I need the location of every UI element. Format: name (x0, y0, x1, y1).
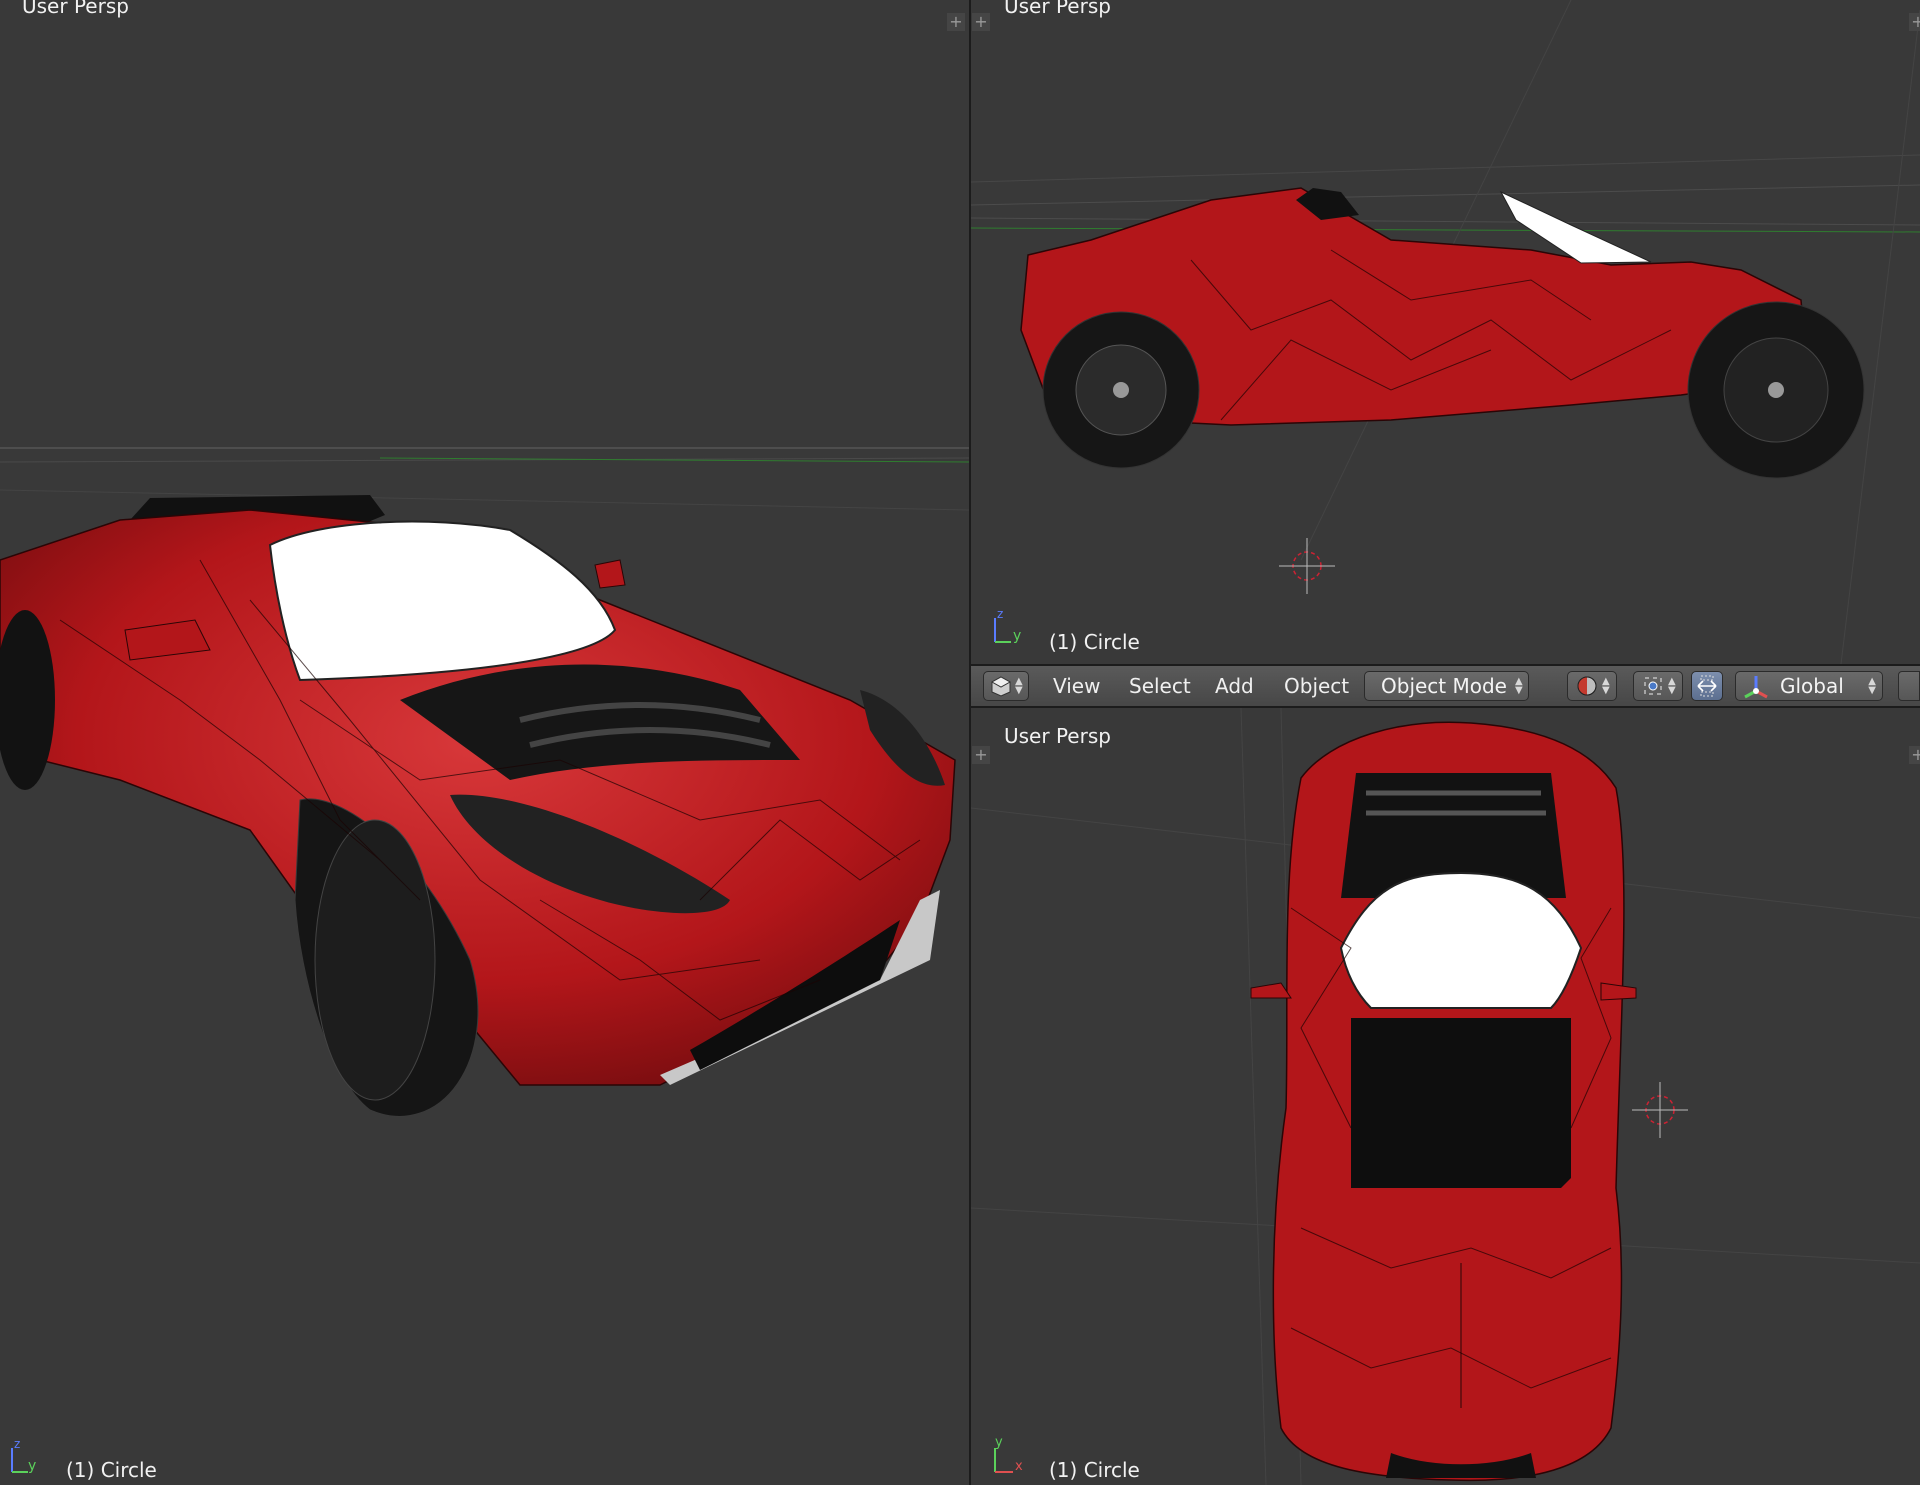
viewport-header: ▲ ▼ View Select Add Object Object Mode ▲ ▼… (971, 666, 1920, 706)
axis-gizmo-icon: z y (994, 607, 1021, 644)
active-object-label: (1) Circle (1049, 1458, 1140, 1482)
viewport-shading-selector[interactable]: ▲ ▼ (1567, 671, 1617, 701)
car-top-render (971, 708, 1920, 1485)
pivot-point-icon (1644, 677, 1662, 695)
area-split-icon[interactable]: + (1909, 746, 1920, 764)
menu-add[interactable]: Add (1215, 674, 1254, 698)
transform-orientation-selector[interactable]: Global ▲ ▼ (1735, 671, 1883, 701)
axis-y-label: y (995, 1435, 1003, 1450)
axis-z-label: z (14, 1437, 20, 1451)
car-side-render (971, 0, 1920, 664)
mode-label: Object Mode (1381, 674, 1507, 698)
viewport-label: User Persp (1004, 0, 1111, 18)
mode-selector[interactable]: Object Mode ▲ ▼ (1364, 671, 1529, 701)
axis-gizmo-icon: z y (11, 1437, 36, 1474)
menu-select[interactable]: Select (1129, 674, 1191, 698)
area-split-icon[interactable]: + (972, 746, 990, 764)
cube-icon (990, 676, 1012, 697)
layers-button[interactable] (1898, 671, 1920, 701)
orientation-label: Global (1780, 674, 1844, 698)
viewport-left[interactable]: User Persp + z y (1) Circle (0, 0, 969, 1485)
transform-axes-icon (1744, 676, 1768, 699)
editor-type-selector[interactable]: ▲ ▼ (983, 671, 1029, 701)
axis-x-label: x (1015, 1459, 1023, 1474)
active-object-label: (1) Circle (1049, 630, 1140, 654)
manipulator-icon (1697, 675, 1717, 697)
3d-cursor-icon (1279, 538, 1335, 594)
axis-z-label: z (997, 607, 1003, 621)
car-perspective-render (0, 447, 969, 1117)
menu-view[interactable]: View (1053, 674, 1100, 698)
active-object-label: (1) Circle (66, 1458, 157, 1482)
area-split-icon[interactable]: + (947, 13, 965, 31)
axis-gizmo-icon: y x (994, 1435, 1023, 1474)
manipulator-toggle[interactable] (1691, 671, 1723, 701)
viewport-label: User Persp (22, 0, 129, 18)
area-split-icon[interactable]: + (1909, 13, 1920, 31)
menu-object[interactable]: Object (1284, 674, 1349, 698)
axis-y-label: y (1013, 628, 1021, 644)
pivot-point-selector[interactable]: ▲ ▼ (1633, 671, 1683, 701)
area-split-icon[interactable]: + (972, 13, 990, 31)
axis-y-label: y (28, 1458, 36, 1474)
viewport-bottom-right[interactable]: User Persp + + y x (1) Circle (971, 708, 1920, 1485)
viewport-top-right[interactable]: User Persp + + z y (1) Circle (971, 0, 1920, 664)
3d-cursor-icon (1632, 1082, 1688, 1138)
viewport-label: User Persp (1004, 724, 1111, 748)
viewport-shading-icon (1577, 676, 1597, 696)
